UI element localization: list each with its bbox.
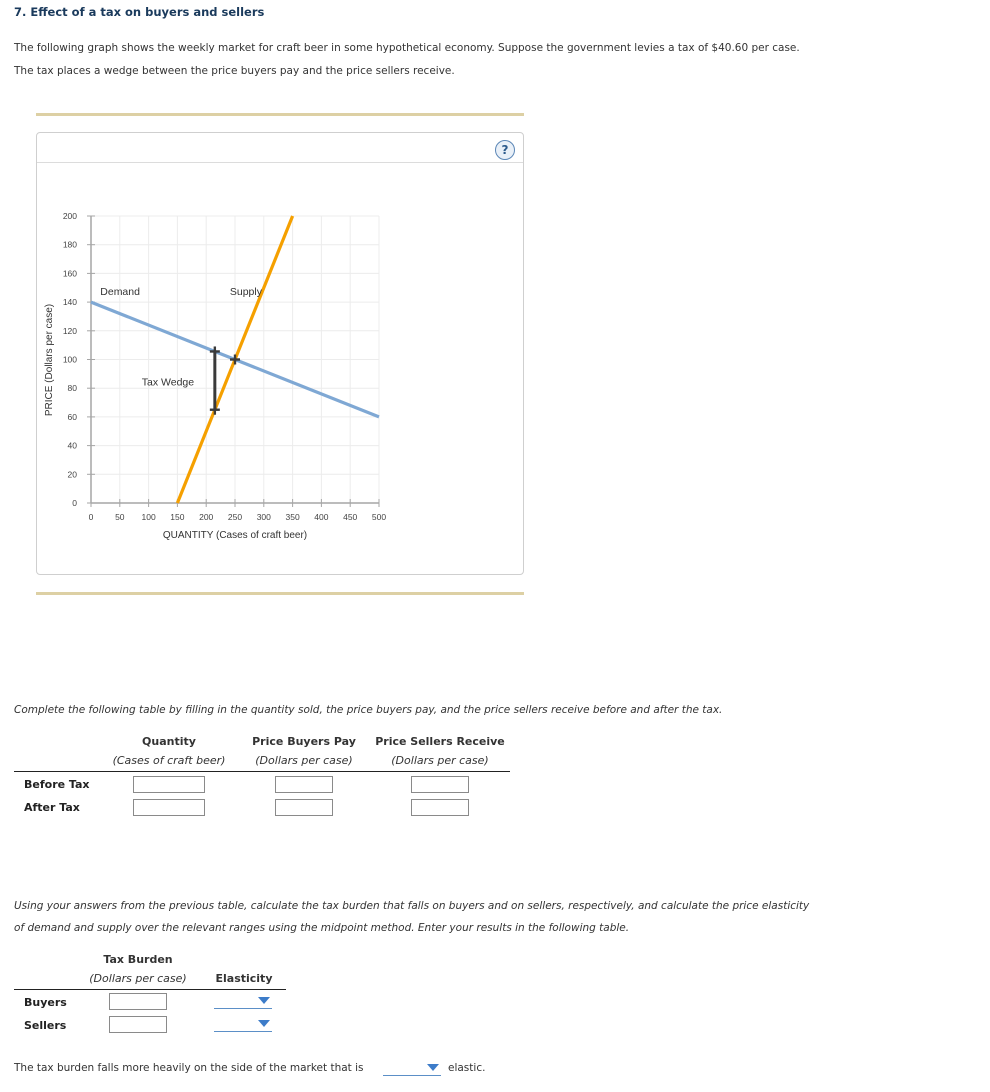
y-tick-label: 120 [63,326,77,336]
before-tax-buyers-price-input[interactable] [275,776,333,793]
supply-label: Supply [230,286,263,298]
col-buyers-sub: (Dollars per case) [255,754,353,767]
x-tick-label: 150 [170,512,184,522]
final-suffix: elastic. [448,1062,486,1074]
final-prefix: The tax burden falls more heavily on the… [14,1062,364,1074]
x-tick-label: 0 [89,512,94,522]
buyers-tax-burden-input[interactable] [109,993,167,1010]
col-quantity-header: Quantity [142,735,196,748]
x-tick-label: 100 [142,512,156,522]
col-buyers-header: Price Buyers Pay [252,735,356,748]
table2-rule [14,989,286,990]
wedge-bottom-marker [209,404,220,415]
col-quantity-sub: (Cases of craft beer) [112,754,226,767]
x-tick-label: 450 [343,512,357,522]
y-tick-label: 140 [63,297,77,307]
y-tick-label: 60 [68,412,78,422]
demand-label: Demand [100,286,140,298]
x-axis-label: QUANTITY (Cases of craft beer) [163,530,307,541]
col-tax-burden-header: Tax Burden [103,953,173,966]
y-tick-label: 160 [63,268,77,278]
x-tick-label: 400 [314,512,328,522]
supply-demand-chart: 0 20 40 60 80 100 120 140 160 180 200 0 50 100 150 200 2… [44,211,387,541]
x-tick-label: 250 [228,512,242,522]
row-buyers-label: Buyers [24,996,67,1009]
divider-bottom [36,592,524,595]
wedge-top-marker [209,346,220,357]
tax-wedge-label: Tax Wedge [142,376,194,388]
row-after-tax-label: After Tax [24,801,80,814]
after-tax-sellers-price-input[interactable] [411,799,469,816]
row-before-tax-label: Before Tax [24,778,90,791]
before-tax-quantity-input[interactable] [133,776,205,793]
axes: 0 20 40 60 80 100 120 140 160 180 200 0 50 100 150 200 2… [63,211,387,522]
table1-rule [14,771,510,772]
y-tick-label: 180 [63,240,77,250]
x-tick-label: 500 [372,512,386,522]
y-tick-label: 200 [63,211,77,221]
x-tick-label: 350 [286,512,300,522]
y-tick-label: 20 [68,469,78,479]
y-tick-label: 100 [63,355,77,365]
y-tick-label: 40 [68,441,78,451]
equilibrium-marker [230,354,240,365]
after-tax-quantity-input[interactable] [133,799,205,816]
col-elasticity-header: Elasticity [215,972,273,985]
x-tick-label: 300 [257,512,271,522]
y-axis-label: PRICE (Dollars per case) [44,304,55,416]
sellers-tax-burden-input[interactable] [109,1016,167,1033]
table2-instruction-line1: Using your answers from the previous tab… [14,900,810,912]
y-tick-label: 80 [68,383,78,393]
heavier-burden-dropdown[interactable] [383,1059,441,1076]
buyers-elasticity-dropdown[interactable] [214,992,272,1009]
final-sentence: The tax burden falls more heavily on the… [14,1062,364,1074]
after-tax-buyers-price-input[interactable] [275,799,333,816]
x-tick-label: 200 [199,512,213,522]
chevron-down-icon [258,1020,270,1027]
sellers-elasticity-dropdown[interactable] [214,1015,272,1032]
y-tick-label: 0 [72,498,77,508]
table2-instruction-line2: of demand and supply over the relevant r… [14,922,630,934]
col-sellers-sub: (Dollars per case) [391,754,489,767]
col-sellers-header: Price Sellers Receive [375,735,505,748]
before-tax-sellers-price-input[interactable] [411,776,469,793]
row-sellers-label: Sellers [24,1019,67,1032]
col-tax-burden-sub: (Dollars per case) [89,972,187,985]
table1-instruction: Complete the following table by filling … [14,704,723,716]
x-tick-label: 50 [115,512,125,522]
chevron-down-icon [258,997,270,1004]
chevron-down-icon [427,1064,439,1071]
